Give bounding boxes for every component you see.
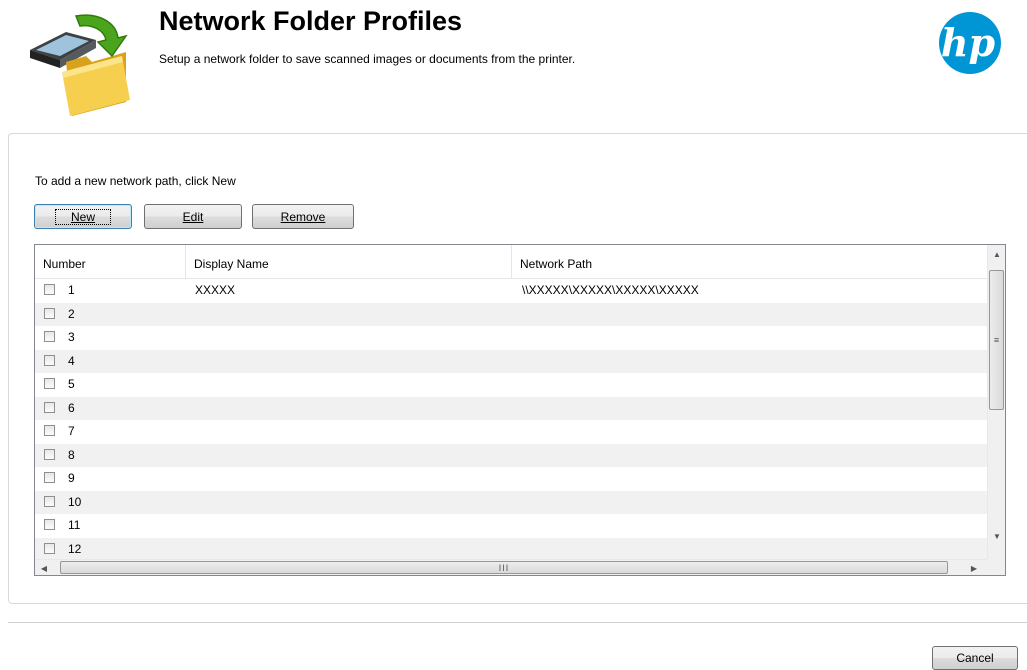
scroll-up-arrow-icon[interactable]: ▲ bbox=[988, 245, 1005, 263]
scan-to-folder-icon bbox=[26, 10, 138, 116]
row-checkbox[interactable] bbox=[44, 378, 55, 389]
footer-divider bbox=[8, 622, 1027, 623]
cancel-button[interactable]: Cancel bbox=[932, 646, 1018, 670]
row-number: 9 bbox=[68, 471, 75, 485]
network-paths-list[interactable]: Number Display Name Network Path 1 XXXXX \… bbox=[34, 244, 1006, 576]
list-header: Number Display Name Network Path bbox=[35, 245, 987, 279]
table-row[interactable]: 2 bbox=[35, 302, 987, 326]
list-rows: 1 XXXXX \\XXXXX\XXXXX\XXXXX\XXXXX 2 3 4 5 6 7 8 9 1… bbox=[35, 279, 987, 559]
row-checkbox[interactable] bbox=[44, 284, 55, 295]
row-number: 4 bbox=[68, 353, 75, 368]
table-row[interactable]: 11 bbox=[35, 514, 987, 538]
scrollbar-corner bbox=[987, 559, 1005, 575]
horizontal-scroll-thumb[interactable]: III bbox=[60, 561, 948, 574]
table-row[interactable]: 6 bbox=[35, 396, 987, 420]
table-row[interactable]: 3 bbox=[35, 326, 987, 350]
table-row[interactable]: 7 bbox=[35, 420, 987, 444]
row-checkbox[interactable] bbox=[44, 307, 55, 319]
table-row[interactable]: 12 bbox=[35, 537, 987, 559]
row-checkbox[interactable] bbox=[44, 448, 55, 460]
horizontal-scrollbar[interactable]: ◀ III ▶ bbox=[35, 559, 987, 575]
table-row[interactable]: 5 bbox=[35, 373, 987, 397]
vertical-scroll-thumb[interactable]: ≡ bbox=[989, 270, 1004, 410]
row-number: 3 bbox=[68, 330, 75, 344]
row-number: 12 bbox=[68, 541, 82, 556]
row-checkbox[interactable] bbox=[44, 495, 55, 507]
row-number: 10 bbox=[68, 494, 82, 509]
instruction-text: To add a new network path, click New bbox=[35, 174, 236, 188]
table-row[interactable]: 8 bbox=[35, 443, 987, 467]
page-subtitle: Setup a network folder to save scanned i… bbox=[159, 52, 576, 66]
row-checkbox[interactable] bbox=[44, 425, 55, 436]
row-checkbox[interactable] bbox=[44, 472, 55, 483]
row-checkbox[interactable] bbox=[44, 331, 55, 342]
svg-text:hp: hp bbox=[941, 20, 996, 65]
row-number: 7 bbox=[68, 424, 75, 438]
scroll-down-arrow-icon[interactable]: ▼ bbox=[988, 527, 1005, 545]
row-number: 5 bbox=[68, 377, 75, 391]
row-network-path: \\XXXXX\XXXXX\XXXXX\XXXXX bbox=[522, 283, 699, 297]
row-number: 8 bbox=[68, 447, 75, 462]
column-header-number[interactable]: Number bbox=[35, 245, 186, 278]
table-row[interactable]: 1 XXXXX \\XXXXX\XXXXX\XXXXX\XXXXX bbox=[35, 279, 987, 303]
row-checkbox[interactable] bbox=[44, 354, 55, 366]
row-number: 1 bbox=[68, 283, 75, 297]
row-number: 11 bbox=[68, 518, 81, 532]
scroll-left-arrow-icon[interactable]: ◀ bbox=[35, 560, 53, 575]
row-checkbox[interactable] bbox=[44, 401, 55, 413]
remove-button[interactable]: Remove bbox=[252, 204, 354, 229]
column-header-network-path[interactable]: Network Path bbox=[512, 245, 987, 278]
scroll-right-arrow-icon[interactable]: ▶ bbox=[965, 560, 983, 575]
row-display-name: XXXXX bbox=[195, 283, 236, 297]
page-title: Network Folder Profiles bbox=[159, 6, 463, 36]
row-number: 6 bbox=[68, 400, 75, 415]
table-row[interactable]: 9 bbox=[35, 467, 987, 491]
new-button[interactable]: New bbox=[34, 204, 132, 229]
row-checkbox[interactable] bbox=[44, 542, 55, 554]
hp-logo-icon: hp bbox=[938, 11, 1002, 75]
table-row[interactable]: 4 bbox=[35, 349, 987, 373]
row-number: 2 bbox=[68, 306, 75, 321]
edit-button[interactable]: Edit bbox=[144, 204, 242, 229]
vertical-scrollbar[interactable]: ▲ ≡ ▼ bbox=[987, 245, 1005, 559]
table-row[interactable]: 10 bbox=[35, 490, 987, 514]
column-header-display-name[interactable]: Display Name bbox=[186, 245, 512, 278]
row-checkbox[interactable] bbox=[44, 519, 55, 530]
